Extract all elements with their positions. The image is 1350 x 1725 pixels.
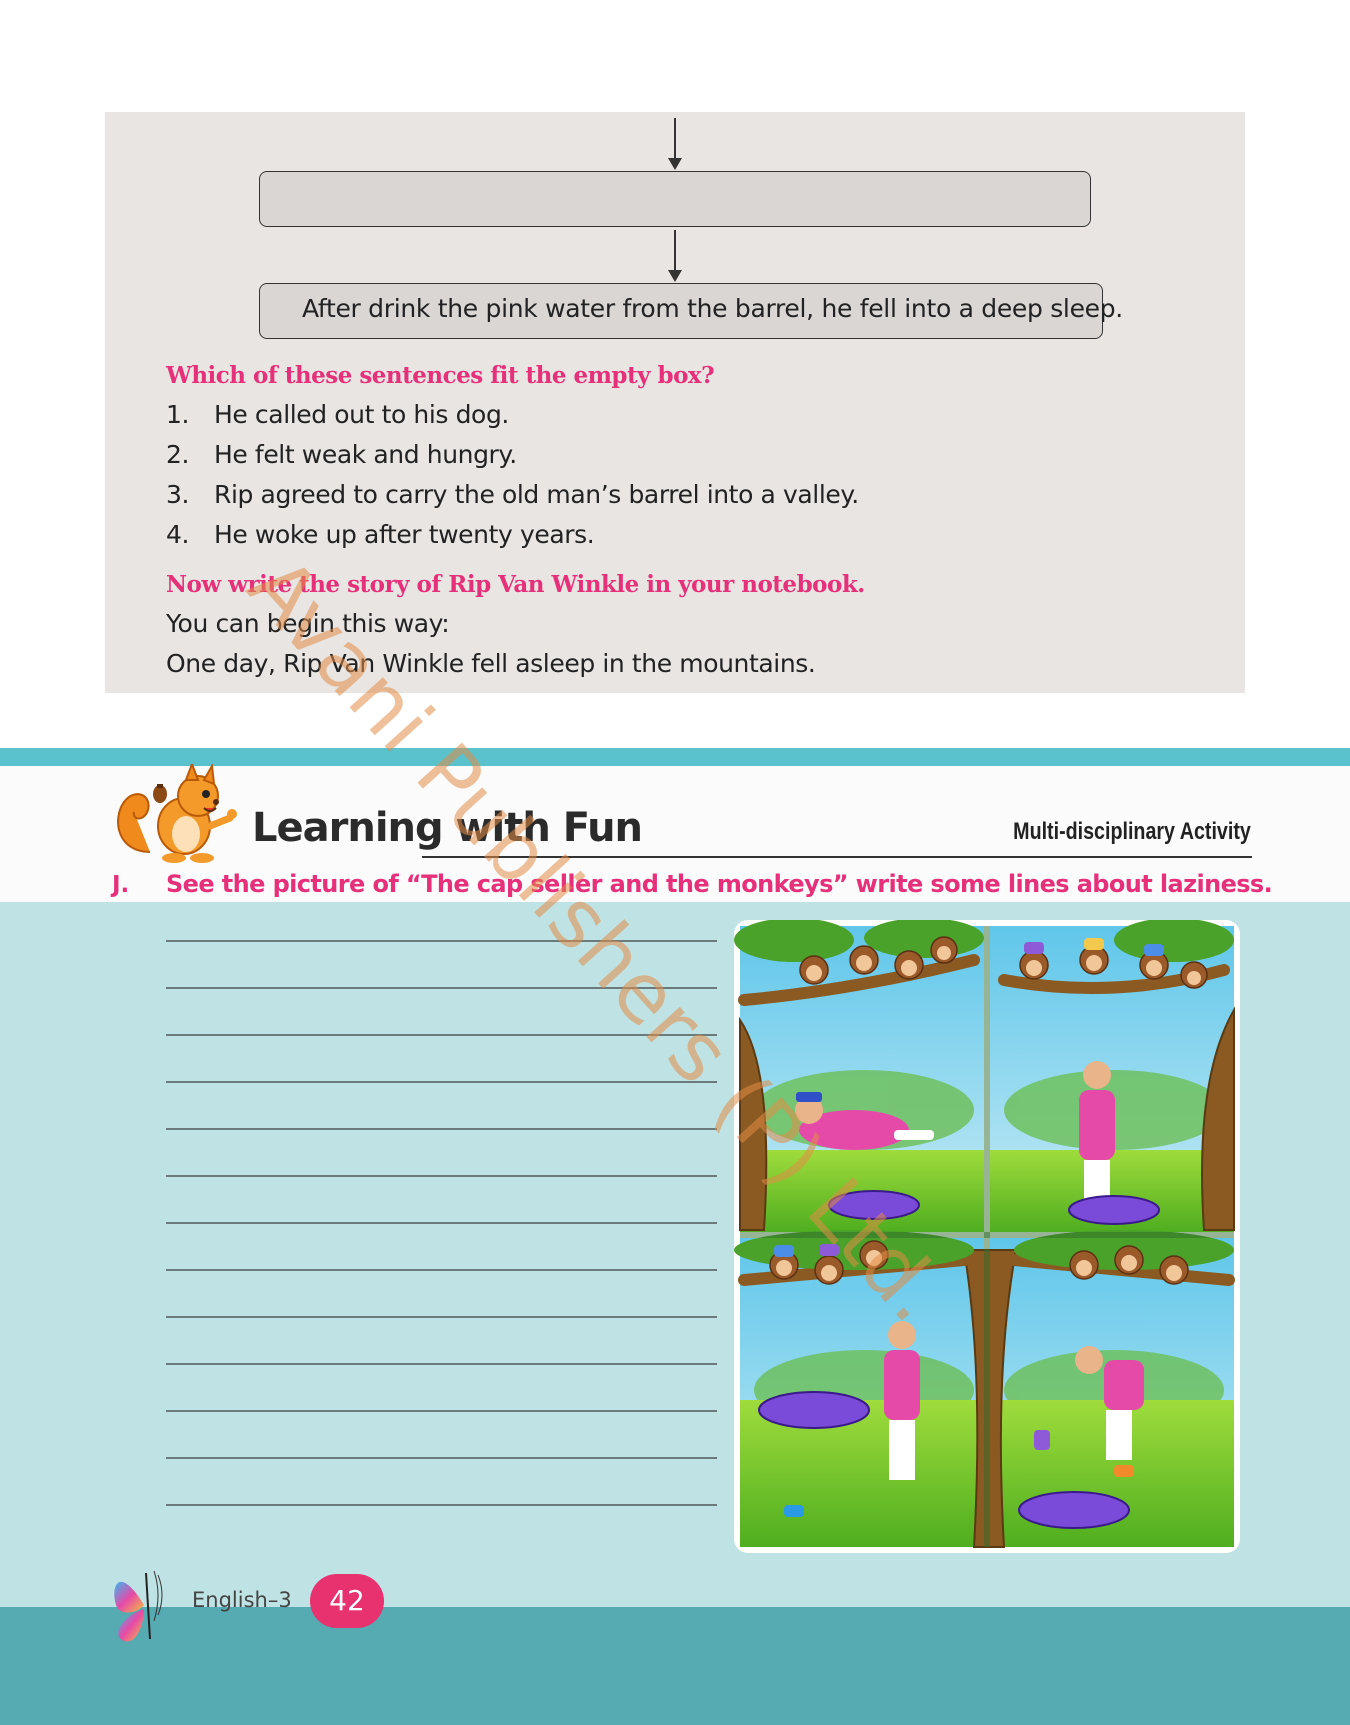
page-number-badge: 42	[310, 1574, 384, 1628]
writing-line[interactable]	[166, 1269, 717, 1271]
section-title: Learning with Fun	[252, 805, 643, 851]
writing-task-line: One day, Rip Van Winkle fell asleep in t…	[166, 649, 816, 678]
flow-step-text: After drink the pink water from the barr…	[302, 294, 1123, 323]
butterfly-icon	[114, 1570, 163, 1642]
writing-line[interactable]	[166, 1363, 717, 1365]
cap-seller-illustration	[734, 920, 1240, 1553]
writing-task-heading: Now write the story of Rip Van Winkle in…	[166, 571, 865, 598]
writing-task-line: You can begin this way:	[166, 609, 450, 638]
title-underline	[422, 856, 1252, 858]
activity-type-label: Multi-disciplinary Activity	[1013, 818, 1251, 845]
book-title: English–3	[192, 1588, 292, 1612]
writing-line[interactable]	[166, 1128, 717, 1130]
writing-line[interactable]	[166, 1504, 717, 1506]
writing-line[interactable]	[166, 1034, 717, 1036]
writing-line[interactable]	[166, 1457, 717, 1459]
footer-band	[0, 1607, 1350, 1725]
writing-line[interactable]	[166, 987, 717, 989]
squirrel-mascot-icon	[117, 764, 237, 863]
arrow-down-icon	[668, 118, 682, 170]
writing-line[interactable]	[166, 1410, 717, 1412]
cap-seller-scene-image	[734, 920, 1235, 1548]
writing-line[interactable]	[166, 1316, 717, 1318]
question-heading: Which of these sentences fit the empty b…	[166, 362, 715, 389]
writing-line[interactable]	[166, 1222, 717, 1224]
writing-line[interactable]	[166, 940, 717, 942]
arrow-down-icon	[668, 230, 682, 282]
writing-line[interactable]	[166, 1081, 717, 1083]
question-letter: J.	[112, 872, 130, 898]
writing-line[interactable]	[166, 1175, 717, 1177]
question-prompt: See the picture of “The cap seller and t…	[166, 870, 1273, 898]
empty-answer-box[interactable]	[259, 171, 1091, 227]
